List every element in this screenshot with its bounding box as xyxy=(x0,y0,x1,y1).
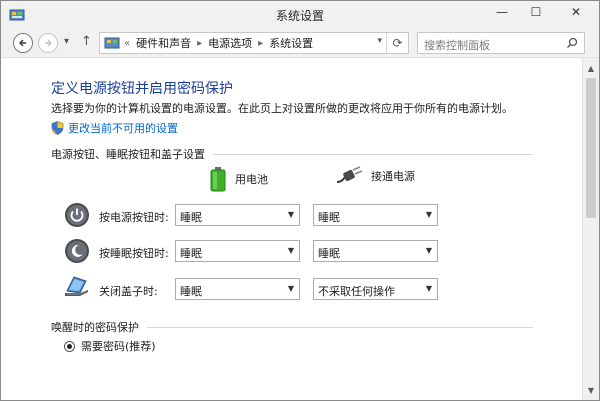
power-button-section-heading: 电源按钮、睡眠按钮和盖子设置 xyxy=(51,146,533,162)
recent-pages-button[interactable]: ▾ xyxy=(64,36,69,47)
power-button-row-label: 按电源按钮时: xyxy=(99,211,169,224)
sleep-button-plugged-select[interactable]: 睡眠 ▼ xyxy=(313,240,438,262)
search-box[interactable]: 搜索控制面板 xyxy=(417,32,585,54)
close-lid-plugged-select[interactable]: 不采取任何操作 ▼ xyxy=(313,278,438,300)
section-divider xyxy=(147,326,533,328)
chevron-down-icon: ▼ xyxy=(425,284,432,293)
require-password-label[interactable]: 需要密码(推荐) xyxy=(81,338,156,354)
require-password-option[interactable]: 需要密码(推荐) xyxy=(64,338,156,354)
back-arrow-icon xyxy=(19,39,26,47)
select-value: 睡眠 xyxy=(180,211,202,224)
vertical-scrollbar[interactable]: ▲ ▼ xyxy=(582,58,599,400)
plugged-in-column-header: 接通电源 xyxy=(335,166,415,186)
breadcrumb-overflow[interactable]: « xyxy=(124,38,130,49)
breadcrumb-power-options[interactable]: 电源选项 xyxy=(208,35,252,51)
battery-icon xyxy=(210,167,226,192)
chevron-down-icon: ▾ xyxy=(64,36,70,47)
chevron-down-icon: ▼ xyxy=(425,210,432,219)
scroll-down-button[interactable]: ▼ xyxy=(583,382,599,398)
wake-password-section-heading: 唤醒时的密码保护 xyxy=(51,319,533,335)
power-button-plugged-select[interactable]: 睡眠 ▼ xyxy=(313,204,438,226)
search-input[interactable]: 搜索控制面板 xyxy=(424,37,490,53)
scroll-up-button[interactable]: ▲ xyxy=(583,60,599,76)
select-value: 睡眠 xyxy=(318,211,340,224)
close-lid-row-label: 关闭盖子时: xyxy=(99,285,158,298)
maximize-button[interactable]: ☐ xyxy=(519,1,553,23)
page-description: 选择要为你的计算机设置的电源设置。在此页上对设置所做的更改将应用于你所有的电源计… xyxy=(51,102,513,115)
refresh-icon: ⟳ xyxy=(392,36,403,50)
minimize-button[interactable]: — xyxy=(485,1,519,23)
page-title: 定义电源按钮并启用密码保护 xyxy=(51,81,233,97)
power-button-battery-select[interactable]: 睡眠 ▼ xyxy=(175,204,300,226)
section-divider xyxy=(213,153,533,155)
select-value: 不采取任何操作 xyxy=(318,285,395,298)
select-value: 睡眠 xyxy=(318,247,340,260)
title-bar: 系统设置 — ☐ ✕ xyxy=(1,1,599,29)
breadcrumb-separator[interactable]: ▸ xyxy=(258,38,263,49)
address-bar[interactable]: « 硬件和声音 ▸ 电源选项 ▸ 系统设置 ▾ ⟳ xyxy=(99,32,409,54)
back-button[interactable] xyxy=(13,33,33,53)
content-pane: 定义电源按钮并启用密码保护 选择要为你的计算机设置的电源设置。在此页上对设置所做… xyxy=(1,57,599,400)
close-button[interactable]: ✕ xyxy=(553,1,599,23)
select-value: 睡眠 xyxy=(180,285,202,298)
power-button-icon xyxy=(65,203,89,227)
battery-column-header: 用电池 xyxy=(209,166,268,192)
close-lid-battery-select[interactable]: 睡眠 ▼ xyxy=(175,278,300,300)
chevron-down-icon: ▼ xyxy=(425,246,432,255)
section-heading-text: 唤醒时的密码保护 xyxy=(51,321,139,334)
uac-shield-icon xyxy=(51,121,64,135)
section-heading-text: 电源按钮、睡眠按钮和盖子设置 xyxy=(51,148,205,161)
chevron-down-icon: ▼ xyxy=(287,246,294,255)
scroll-thumb[interactable] xyxy=(586,78,596,218)
refresh-button[interactable]: ⟳ xyxy=(386,33,408,53)
chevron-down-icon: ▼ xyxy=(287,210,294,219)
forward-arrow-icon xyxy=(45,39,52,47)
address-row: ▾ ↑ « 硬件和声音 ▸ 电源选项 ▸ 系统设置 ▾ ⟳ 搜索控制面板 xyxy=(1,29,599,57)
search-icon[interactable] xyxy=(566,37,578,49)
plugged-in-column-label: 接通电源 xyxy=(371,170,415,183)
power-plug-icon xyxy=(336,166,363,183)
control-panel-window: 系统设置 — ☐ ✕ ▾ ↑ « 硬件和声音 ▸ 电源选项 ▸ 系统设置 ▾ ⟳… xyxy=(0,0,600,401)
forward-button[interactable] xyxy=(38,33,58,53)
laptop-lid-icon xyxy=(65,276,88,296)
sleep-button-row-label: 按睡眠按钮时: xyxy=(99,247,169,260)
change-unavailable-settings-link[interactable]: 更改当前不可用的设置 xyxy=(51,120,178,136)
sleep-button-icon xyxy=(65,239,89,263)
address-dropdown-button[interactable]: ▾ xyxy=(377,36,382,46)
chevron-down-icon: ▼ xyxy=(287,284,294,293)
breadcrumb-separator[interactable]: ▸ xyxy=(197,38,202,49)
breadcrumb-system-settings[interactable]: 系统设置 xyxy=(269,35,313,51)
breadcrumb-hardware-sound[interactable]: 硬件和声音 xyxy=(136,35,191,51)
require-password-radio[interactable] xyxy=(64,340,75,352)
sleep-button-battery-select[interactable]: 睡眠 ▼ xyxy=(175,240,300,262)
battery-column-label: 用电池 xyxy=(235,173,268,186)
change-link-label[interactable]: 更改当前不可用的设置 xyxy=(68,120,178,136)
up-arrow-icon: ↑ xyxy=(81,34,92,49)
up-button[interactable]: ↑ xyxy=(81,34,92,49)
control-panel-small-icon xyxy=(104,37,120,49)
select-value: 睡眠 xyxy=(180,247,202,260)
